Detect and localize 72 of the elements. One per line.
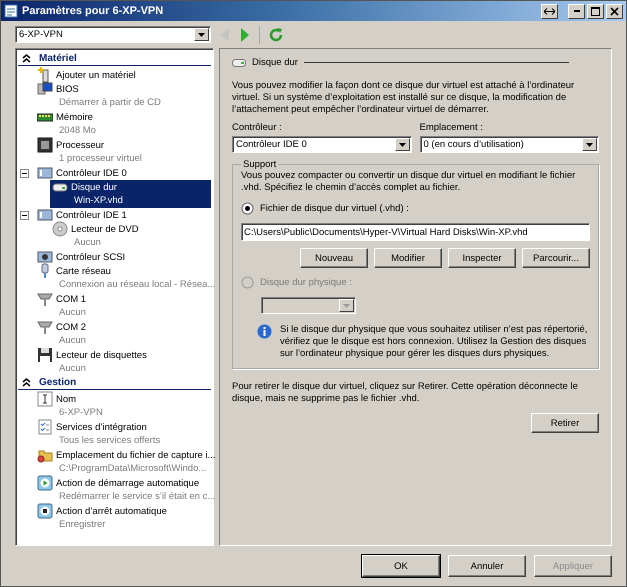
description-text: Vous pouvez modifier la façon dont ce disque dur virtuel est attaché à l’ordinateur virtuel. Si un système d’exploitation est installé sur ce disque, la modification de l’attachement peut empêcher l’ordinateur virtuel de démarrer. — [232, 80, 576, 116]
dialog-button[interactable]: Annuler — [448, 555, 526, 577]
minimize-button[interactable] — [568, 4, 585, 18]
tree-item[interactable]: COM 2 Aucun — [35, 320, 211, 348]
computer-icon — [37, 81, 53, 97]
dropdown-arrow-icon — [198, 32, 205, 36]
action-button[interactable]: Inspecter — [448, 248, 516, 268]
tree-item[interactable]: Services d’intégration Tous les services offerts — [35, 420, 211, 448]
serial-port-icon — [37, 319, 53, 335]
tree-item[interactable]: Contrôleur IDE 0 — [35, 166, 211, 180]
controller-icon — [37, 165, 53, 181]
expander-icon[interactable] — [20, 210, 29, 220]
field-label: Emplacement : — [420, 122, 484, 133]
physical-disk-dropdown[interactable] — [261, 297, 356, 314]
field-label: Contrôleur : — [232, 122, 283, 133]
controller-icon — [37, 207, 53, 223]
info-icon — [257, 324, 272, 339]
tree-item[interactable]: Ajouter un matériel — [35, 68, 211, 82]
tree-item[interactable]: Disque dur Win-XP.vhd — [50, 180, 211, 208]
action-button[interactable]: Modifier — [374, 248, 442, 268]
location-dropdown[interactable]: 0 (en cours d’utilisation) — [420, 136, 599, 153]
remove-note: Pour retirer le disque dur virtuel, cliquez sur Retirer. Cette opération déconnecte le disque, mais ne supprime pas le fichier .vhd. — [232, 381, 579, 405]
maximize-icon — [591, 6, 600, 16]
serial-port-icon — [37, 291, 53, 307]
vm-dropdown[interactable]: 6-XP-VPN — [15, 26, 211, 43]
tree-item[interactable]: Nom 6-XP-VPN — [35, 392, 211, 420]
window-title: Paramètres pour 6-XP-VPN — [22, 5, 164, 17]
section-title: Gestion — [39, 377, 76, 388]
text-cursor-icon — [37, 391, 53, 407]
radio-option[interactable]: Fichier de disque dur virtuel (.vhd) : — [241, 202, 590, 215]
section-title: Matériel — [39, 53, 77, 64]
expander-icon[interactable] — [20, 168, 29, 178]
group-title: Support — [242, 159, 278, 170]
close-icon — [610, 6, 619, 16]
description-text: Vous pouvez compacter ou convertir un disque dur virtuel en modifiant le fichier .vhd. Spécifiez le chemin d’accès complet au fichier. — [241, 170, 576, 194]
play-icon — [37, 475, 53, 491]
controller-dropdown[interactable]: Contrôleur IDE 0 — [232, 136, 412, 153]
double-arrow-icon — [544, 8, 555, 14]
action-button[interactable]: Nouveau — [300, 248, 368, 268]
tree-item[interactable]: Processeur 1 processeur virtuel — [35, 138, 211, 166]
floppy-icon — [37, 347, 53, 363]
section-header[interactable]: Gestion — [18, 376, 211, 390]
stop-icon — [37, 503, 53, 519]
close-button[interactable] — [606, 4, 623, 18]
minimize-icon — [574, 10, 580, 12]
tree-item[interactable]: COM 1 Aucun — [35, 292, 211, 320]
settings-icon — [4, 4, 18, 18]
tree-item[interactable]: Mémoire 2048 Mo — [35, 110, 211, 138]
collapse-icon[interactable] — [22, 54, 31, 63]
remove-button[interactable]: Retirer — [531, 413, 599, 433]
section-header[interactable]: Matériel — [18, 52, 211, 66]
tree-item[interactable]: BIOS Démarrer à partir de CD — [35, 82, 211, 110]
dialog-button[interactable]: OK — [362, 555, 440, 577]
tree-item[interactable]: Contrôleur SCSI — [35, 250, 211, 264]
dropdown-arrow-icon — [398, 142, 406, 146]
tree-item[interactable]: Lecteur de disquettes Aucun — [35, 348, 211, 376]
checklist-icon — [37, 419, 53, 435]
tree-item[interactable]: Action d’arrêt automatique Enregistrer — [35, 504, 211, 532]
dropdown-arrow-icon — [586, 142, 593, 146]
info-text: Si le disque dur physique que vous souhaitez utiliser n’est pas répertorié, vérifiez que le disque est hors connexion. Utilisez la Gestion des disques sur l’ordinateur physique pour gérer les disques durs physiques. — [280, 324, 588, 360]
disc-icon — [52, 221, 68, 237]
processor-icon — [37, 137, 53, 153]
collapse-icon[interactable] — [22, 378, 31, 387]
resize-button[interactable] — [541, 4, 558, 18]
section-title: Disque dur — [252, 57, 298, 68]
action-button[interactable]: Parcourir... — [522, 248, 590, 268]
path-field[interactable]: C:\Users\Public\Documents\Hyper-V\Virtual Hard Disks\Win-XP.vhd — [241, 223, 590, 241]
tree-item[interactable]: Lecteur de DVD Aucun — [50, 222, 211, 250]
maximize-button[interactable] — [587, 4, 604, 18]
scsi-icon — [37, 249, 53, 265]
dropdown-arrow-icon — [343, 304, 350, 308]
tree-item[interactable]: Contrôleur IDE 1 — [35, 208, 211, 222]
